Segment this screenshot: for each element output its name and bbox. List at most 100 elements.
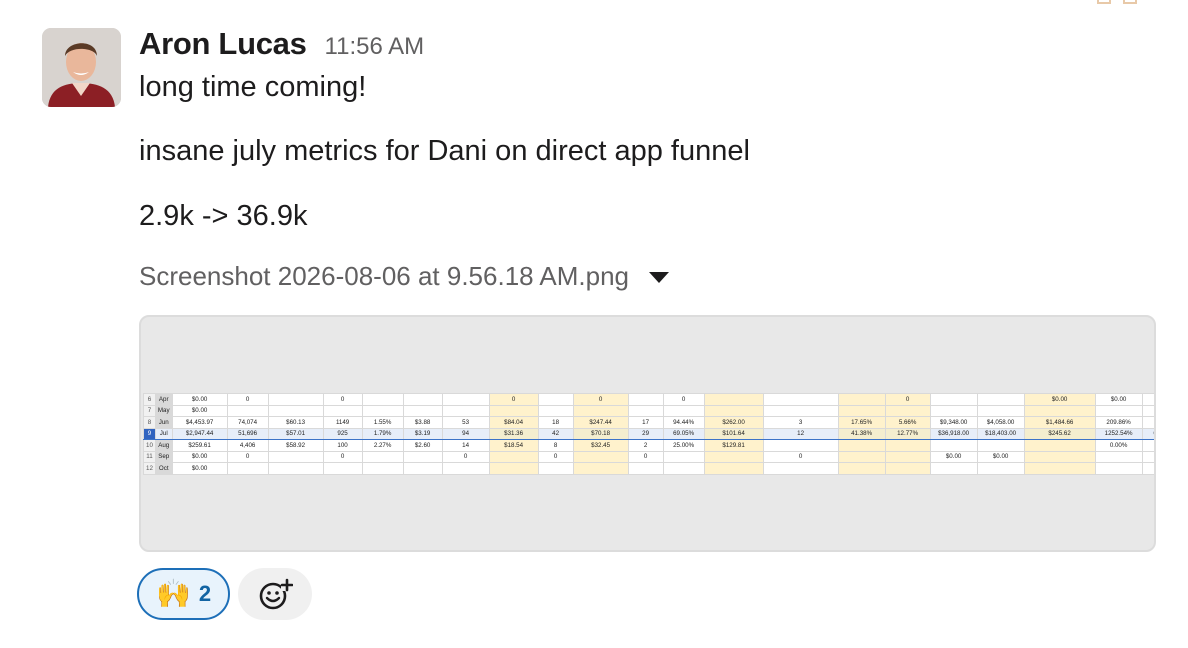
reaction-count: 2 [198, 581, 212, 606]
data-cell [662, 462, 705, 475]
add-reaction-button[interactable] [238, 568, 312, 620]
caret-down-icon[interactable] [649, 271, 670, 283]
data-cell [572, 462, 629, 475]
data-cell: 0 [627, 450, 664, 463]
month-cell: Aug [154, 439, 173, 452]
data-cell [837, 404, 886, 417]
data-cell [884, 439, 931, 452]
spreadsheet-row: 7 May $0.00 [143, 404, 1154, 417]
data-cell: 69.05% [662, 427, 705, 440]
data-cell: $259.61 [171, 439, 228, 452]
data-cell [267, 462, 324, 475]
data-cell: $1,484.66 [1023, 416, 1096, 429]
data-cell [837, 450, 886, 463]
data-cell: 18 [537, 416, 574, 429]
avatar-image [42, 28, 121, 107]
message-header: Aron Lucas 11:56 AM [139, 26, 1158, 64]
data-cell [884, 450, 931, 463]
data-cell: 12 [762, 427, 839, 440]
data-cell [361, 462, 404, 475]
attachment-filename[interactable]: Screenshot 2026-08-06 at 9.56.18 AM.png [139, 261, 629, 292]
data-cell [267, 404, 324, 417]
data-cell: 0.00% [1094, 439, 1143, 452]
data-cell: 4,406 [226, 439, 269, 452]
data-cell: 12.77% [884, 427, 931, 440]
data-cell [703, 462, 764, 475]
data-cell: 53 [441, 416, 490, 429]
data-cell [837, 393, 886, 406]
data-cell [267, 450, 324, 463]
data-cell: 3 [762, 416, 839, 429]
data-cell [837, 439, 886, 452]
spreadsheet-row: 10 Aug $259.61 4,406 $58.92 100 2.27% $2.60 14 $1… [143, 439, 1154, 452]
data-cell [402, 404, 443, 417]
data-cell [762, 439, 839, 452]
data-cell: 925 [322, 427, 363, 440]
image-preview[interactable]: 6 Apr $0.00 0 0 0 0 0 0 $0.00 $0.00 7 May $0.00 8 Jun $4… [139, 315, 1156, 552]
data-cell [322, 404, 363, 417]
data-cell: 94.44% [662, 416, 705, 429]
reaction-raised-hands[interactable]: 🙌 2 [137, 568, 230, 620]
data-cell: 0 [762, 450, 839, 463]
row-number: 9 [143, 427, 156, 440]
data-cell [762, 462, 839, 475]
data-cell: $0.00 [171, 404, 228, 417]
data-cell: 94 [441, 427, 490, 440]
data-cell: 0 [226, 450, 269, 463]
data-cell: $3.19 [402, 427, 443, 440]
data-cell [488, 404, 539, 417]
data-cell [627, 462, 664, 475]
data-cell [1094, 462, 1143, 475]
data-cell: $18.54 [488, 439, 539, 452]
data-cell [1141, 393, 1154, 406]
data-cell: $0.00 [171, 450, 228, 463]
row-number: 12 [143, 462, 156, 475]
data-cell: 14 [441, 439, 490, 452]
spreadsheet-table: 6 Apr $0.00 0 0 0 0 0 0 $0.00 $0.00 7 May $0.00 8 Jun $4… [143, 393, 1154, 475]
data-cell: $129.81 [703, 439, 764, 452]
data-cell: 42 [537, 427, 574, 440]
data-cell: 51,696 [226, 427, 269, 440]
data-cell [1141, 404, 1154, 417]
data-cell [441, 404, 490, 417]
spreadsheet-row: 6 Apr $0.00 0 0 0 0 0 0 $0.00 $0.00 [143, 393, 1154, 406]
spreadsheet-row: 8 Jun $4,453.97 74,074 $60.13 1149 1.55% $3.88 5… [143, 416, 1154, 429]
data-cell: 100 [322, 439, 363, 452]
data-cell [762, 404, 839, 417]
data-cell [361, 404, 404, 417]
data-cell: $70.18 [572, 427, 629, 440]
data-cell [976, 393, 1025, 406]
data-cell: $3.88 [402, 416, 443, 429]
data-cell [662, 450, 705, 463]
data-cell: 0 [884, 393, 931, 406]
avatar[interactable] [42, 28, 121, 107]
partial-toolbar-hint [1097, 0, 1137, 4]
data-cell: 2 [627, 439, 664, 452]
author-name[interactable]: Aron Lucas [139, 26, 307, 62]
data-cell [703, 404, 764, 417]
raised-hands-icon: 🙌 [155, 578, 191, 609]
data-cell [1094, 404, 1143, 417]
data-cell [1023, 462, 1096, 475]
data-cell: 1.79% [361, 427, 404, 440]
data-cell: 624.37% [1141, 427, 1154, 440]
data-cell [627, 404, 664, 417]
data-cell: 5.66% [884, 416, 931, 429]
data-cell: $0.00 [1094, 393, 1143, 406]
data-cell [402, 393, 443, 406]
data-cell [537, 404, 574, 417]
data-cell [402, 462, 443, 475]
message-timestamp[interactable]: 11:56 AM [325, 33, 425, 61]
data-cell: $4,058.00 [976, 416, 1025, 429]
data-cell: $60.13 [267, 416, 324, 429]
data-cell: 0 [322, 450, 363, 463]
data-cell [1023, 404, 1096, 417]
data-cell [361, 393, 404, 406]
data-cell [1141, 462, 1154, 475]
data-cell: 74,074 [226, 416, 269, 429]
data-cell [1141, 450, 1154, 463]
data-cell [929, 404, 978, 417]
data-cell: 0 [662, 393, 705, 406]
data-cell [537, 393, 574, 406]
data-cell [322, 462, 363, 475]
